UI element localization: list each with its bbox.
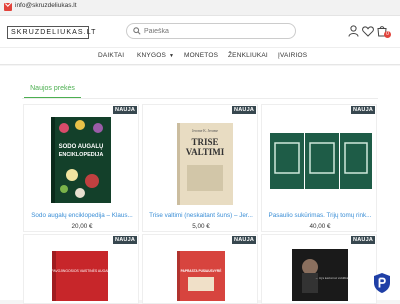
- search-icon: [133, 27, 141, 35]
- chevron-down-icon: ▼: [169, 53, 175, 59]
- tab-new-products[interactable]: Naujos prekės: [24, 83, 81, 99]
- product-price: 20,00 €: [71, 223, 93, 230]
- cart-count-badge: 0: [384, 31, 391, 38]
- book2-author: Jerome K. Jerome: [192, 129, 218, 133]
- nav-item-knygos[interactable]: KNYGOS ▼: [137, 52, 174, 59]
- book1-title-line2: ENCIKLOPEDIJA: [59, 152, 104, 158]
- product-image: PAPRASTA PUSIAUSVYRĖ: [177, 251, 225, 301]
- product-card[interactable]: SODO AUGALŲ ENCIKLOPEDIJA NAUJA Sodo aug…: [23, 104, 139, 232]
- new-badge: NAUJA: [351, 236, 375, 244]
- nav-label: KNYGOS: [137, 52, 167, 59]
- product-title[interactable]: Sodo augalų enciklopedija – Klaus...: [27, 212, 137, 219]
- book5-title: PAPRASTA PUSIAUSVYRĖ: [181, 269, 222, 273]
- product-card[interactable]: NAUJA Pasaulio sukūrimas. Trijų tomų rin…: [261, 104, 377, 232]
- product-price: 40,00 €: [309, 223, 331, 230]
- user-icon[interactable]: [348, 25, 359, 37]
- nav-label: MONETOS: [184, 52, 219, 59]
- book2-title-line1: TRISE: [191, 137, 218, 147]
- product-card[interactable]: PAPRASTA PUSIAUSVYRĖ NAUJA: [142, 234, 258, 304]
- divider: [22, 98, 378, 99]
- nav-item-monetos[interactable]: MONETOS: [184, 52, 218, 59]
- product-price: 5,00 €: [192, 223, 210, 230]
- new-badge: NAUJA: [232, 236, 256, 244]
- new-badge: NAUJA: [113, 236, 137, 244]
- contact-email[interactable]: info@skruzdeliukas.lt: [15, 2, 77, 9]
- top-bar: info@skruzdeliukas.lt: [0, 0, 400, 16]
- product-card[interactable]: Jerome K. Jerome TRISE VALTIMI NAUJA Tri…: [142, 104, 258, 232]
- nav-item-daiktai[interactable]: DAIKTAI: [98, 52, 124, 59]
- product-card[interactable]: ... trys kartai tai valdžiai NAUJA: [261, 234, 377, 304]
- nav-label: DAIKTAI: [98, 52, 125, 59]
- mail-icon: [4, 3, 12, 11]
- book2-title-line2: VALTIMI: [186, 147, 225, 157]
- site-logo[interactable]: SKRUZDELIUKAS.LT: [7, 26, 95, 39]
- new-badge: NAUJA: [113, 106, 137, 114]
- main-nav: DAIKTAI KNYGOS ▼ MONETOS ŽENKLIUKAI ĮVAIR…: [0, 47, 400, 65]
- new-badge: NAUJA: [232, 106, 256, 114]
- new-badge: NAUJA: [351, 106, 375, 114]
- book6-title: ... trys kartai tai valdžiai: [316, 276, 349, 280]
- product-image: Jerome K. Jerome TRISE VALTIMI: [177, 123, 233, 205]
- product-image: [270, 133, 372, 189]
- nav-item-ivairios[interactable]: ĮVAIRIOS: [278, 52, 307, 59]
- nav-item-zenkliukai[interactable]: ŽENKLIUKAI: [228, 52, 268, 59]
- search-box[interactable]: [126, 23, 296, 39]
- nav-label: ŽENKLIUKAI: [228, 52, 268, 59]
- product-image: ... trys kartai tai valdžiai: [292, 249, 349, 301]
- product-title[interactable]: Pasaulio sukūrimas. Trijų tomų rink...: [265, 212, 375, 219]
- nav-label: ĮVAIRIOS: [278, 52, 308, 59]
- search-input[interactable]: [144, 25, 289, 37]
- shield-icon[interactable]: [372, 272, 392, 294]
- product-image: SODO AUGALŲ ENCIKLOPEDIJA: [51, 117, 111, 203]
- product-card[interactable]: PAVOJINGOSIOS VAISTINĖS AUGALAI NAUJA: [23, 234, 139, 304]
- book1-title-line1: SODO AUGALŲ: [59, 144, 104, 150]
- product-image: PAVOJINGOSIOS VAISTINĖS AUGALAI: [51, 251, 113, 301]
- heart-icon[interactable]: [362, 26, 374, 37]
- book4-title: PAVOJINGOSIOS VAISTINĖS AUGALAI: [51, 268, 112, 273]
- product-title[interactable]: Trise valtimi (neskaitant šuns) – Jer...: [146, 212, 256, 219]
